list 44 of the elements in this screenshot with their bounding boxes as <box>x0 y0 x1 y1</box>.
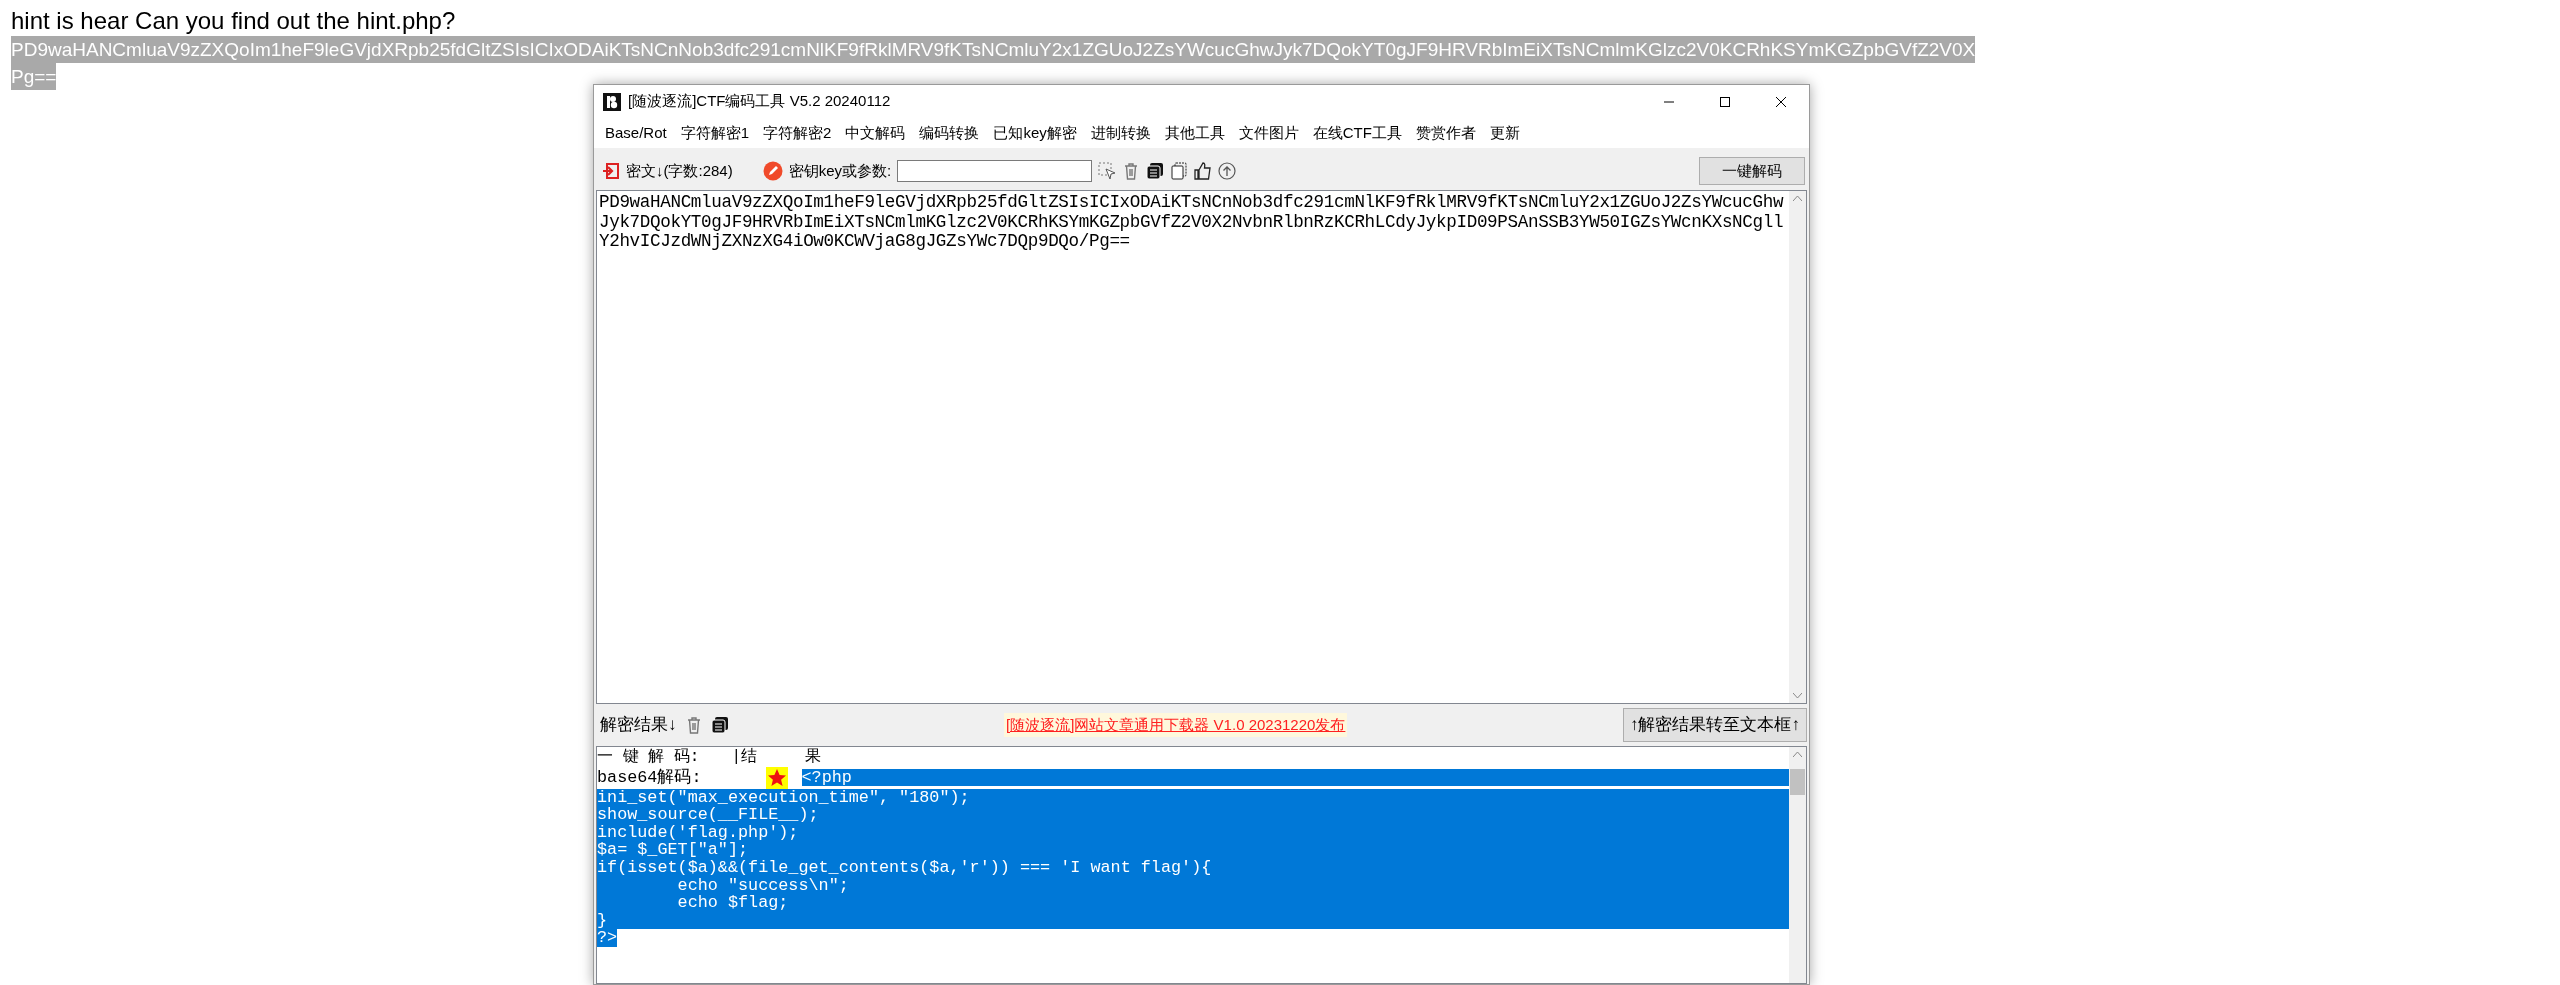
scroll-up-icon[interactable] <box>1793 751 1802 757</box>
menu-item[interactable]: 其他工具 <box>1157 119 1232 147</box>
menu-item[interactable]: 编码转换 <box>912 119 987 147</box>
scroll-down-icon[interactable] <box>1793 693 1802 699</box>
scrollbar[interactable] <box>1789 191 1806 703</box>
thumbs-up-icon[interactable] <box>1194 162 1213 180</box>
menu-item[interactable]: 已知key解密 <box>986 119 1084 147</box>
transfer-button[interactable]: ↑解密结果转至文本框↑ <box>1623 708 1807 742</box>
menu-item[interactable]: 字符解密2 <box>756 119 839 147</box>
menu-item[interactable]: 在线CTF工具 <box>1305 119 1409 147</box>
import-icon[interactable] <box>602 162 620 180</box>
selected-text: Pg== <box>11 63 57 90</box>
menu-item[interactable]: 字符解密1 <box>673 119 757 147</box>
result-label: 解密结果↓ <box>600 714 677 737</box>
app-logo-icon <box>602 91 622 112</box>
ciphertext-field[interactable]: PD9waHANCmluaV9zZXQoIm1heF9leGVjdXRpb25fdGltZSIsICIxODAiKTsNCnNob3dfc291cmNlKF9fRklMRV9fKTsNCmluY2x1ZGUoJ2ZsYWcucGhwJyk7DQokYT0gJF9HRVRbImEiXTsNCmlmKGlzc2V0KCRhKSYmKGZpbGVfZ2V0X2NvbnRlbnRzKCRhLCdyJykpID09PSAnSSB3YW50IGZsYWcnKXsNCgllY2hvICJzdWNjZXNzXG4iOw0KCWVjaG8gJGZsYWc7DQp9DQo/Pg== <box>597 191 1789 703</box>
key-label: 密钥key或参数: <box>788 160 892 181</box>
selected-text: PD9waHANCmluaV9zZXQoIm1heF9leGVjdXRpb25fdGltZSIsICIxODAiKTsNCnNob3dfc291cmNlKF9fRklMRV9fKTsNCmluY2x1ZGUoJ2ZsYWcucGhwJyk7DQokYT0gJF9HRVRbImEiXTsNCmlmKGlzc2V0KCRhKSYmKGZpbGVfZ2V0X <box>11 36 1976 63</box>
menu-item[interactable]: 进制转换 <box>1083 119 1158 147</box>
window-title: [随波逐流]CTF编码工具 V5.2 20240112 <box>628 91 891 112</box>
scrollbar[interactable] <box>1789 747 1806 983</box>
maximize-icon <box>1719 95 1731 108</box>
decoder-label: base64解码: <box>597 768 702 787</box>
menu-item[interactable]: 赞赏作者 <box>1408 119 1483 147</box>
page-heading: hint is hear Can you find out the hint.php? <box>10 6 457 36</box>
edit-icon[interactable] <box>762 161 783 181</box>
copy-icon[interactable] <box>1146 162 1165 180</box>
menu-item[interactable]: Base/Rot <box>598 119 674 147</box>
menu-item[interactable]: 中文解码 <box>838 119 913 147</box>
decode-button[interactable]: 一键解码 <box>1699 156 1805 186</box>
star-icon <box>765 766 788 789</box>
key-input-field[interactable] <box>897 160 1093 182</box>
scroll-thumb[interactable] <box>1790 769 1805 795</box>
scroll-up-icon[interactable] <box>1793 195 1802 201</box>
menu-item[interactable]: 更新 <box>1482 119 1527 147</box>
result-header: 一 键 解 码: <box>597 749 700 767</box>
select-icon[interactable] <box>1098 162 1117 180</box>
ciphertext-label: 密文↓(字数:284) <box>626 160 733 181</box>
copy-icon[interactable] <box>1170 162 1189 180</box>
download-link[interactable]: [随波逐流]网站文章通用下载器 V1.0 20231220发布 <box>1004 712 1348 738</box>
close-icon <box>1775 95 1787 108</box>
result-header: |结 果 <box>731 749 821 767</box>
menu-item[interactable]: 文件图片 <box>1231 119 1306 147</box>
copy-icon[interactable] <box>710 716 729 734</box>
